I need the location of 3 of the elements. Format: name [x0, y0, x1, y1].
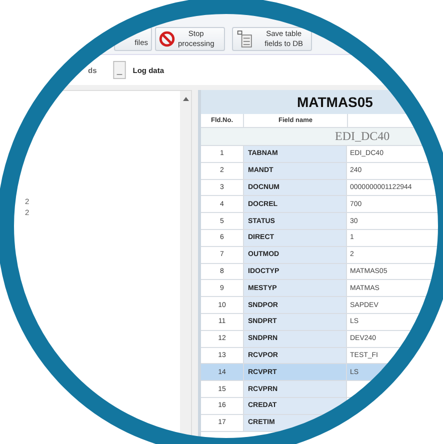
- scroll-up-icon[interactable]: [182, 97, 188, 101]
- no-entry-icon: [159, 31, 175, 47]
- table-icon: [237, 30, 253, 48]
